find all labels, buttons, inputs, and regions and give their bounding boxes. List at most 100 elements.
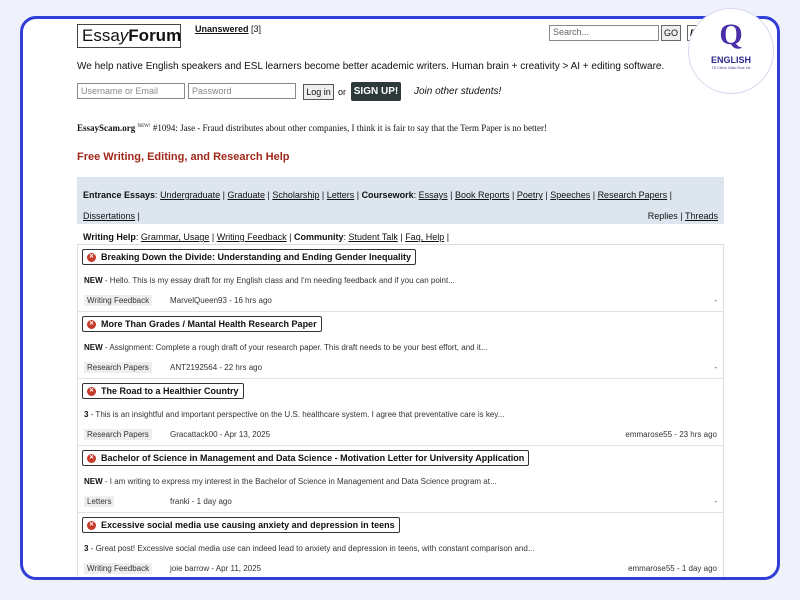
- thread-title[interactable]: ✕ Breaking Down the Divide: Understanding…: [82, 249, 417, 265]
- thread-author[interactable]: ANT2192564 - 22 hrs ago: [170, 363, 262, 372]
- thread-title-text: Breaking Down the Divide: Understanding …: [101, 252, 412, 262]
- go-button[interactable]: GO: [661, 25, 681, 41]
- cat-poetry[interactable]: Poetry: [517, 190, 543, 200]
- thread-title[interactable]: ✕ The Road to a Healthier Country: [82, 383, 244, 399]
- close-icon: ✕: [87, 320, 96, 329]
- thread-title[interactable]: ✕ More Than Grades / Mantal Health Resear…: [82, 316, 322, 332]
- entrance-essays-head: Entrance Essays: [83, 190, 156, 200]
- thread-title-text: Excessive social media use causing anxie…: [101, 520, 395, 530]
- coursework-head: Coursework: [361, 190, 414, 200]
- thread-author[interactable]: franki - 1 day ago: [170, 497, 232, 506]
- search-input[interactable]: Search...: [549, 25, 659, 41]
- join-label: Join other students!: [414, 86, 502, 97]
- thread-badge: NEW: [84, 276, 103, 285]
- cat-student-talk[interactable]: Student Talk: [348, 232, 397, 242]
- sort-options: Replies | Threads: [647, 211, 718, 221]
- unanswered-link-wrap: Unanswered [3]: [195, 24, 261, 34]
- thread-item: ✕ The Road to a Healthier Country 3 - Thi…: [78, 379, 723, 446]
- scam-site[interactable]: EssayScam.org: [77, 123, 135, 133]
- cat-undergraduate[interactable]: Undergraduate: [160, 190, 220, 200]
- thread-last-reply: -: [714, 296, 717, 305]
- thread-item: ✕ Excessive social media use causing anxi…: [78, 513, 723, 577]
- thread-last-reply: -: [714, 497, 717, 506]
- browser-frame: EssayForum Unanswered [3] Search... GO D…: [20, 16, 780, 580]
- thread-list: ✕ Breaking Down the Divide: Understanding…: [77, 244, 724, 577]
- thread-last-reply[interactable]: emmarose55 - 1 day ago: [628, 564, 717, 573]
- cat-essays[interactable]: Essays: [419, 190, 448, 200]
- or-label: or: [338, 87, 347, 97]
- thread-last-reply: -: [714, 363, 717, 372]
- thread-category-tag[interactable]: Writing Feedback: [84, 295, 153, 306]
- tagline: We help native English speakers and ESL …: [77, 61, 665, 72]
- thread-category-tag[interactable]: Research Papers: [84, 362, 152, 373]
- thread-snippet: NEW - I am writing to express my interes…: [84, 477, 497, 486]
- scam-notice: EssayScam.org NEW! #1094: Jase - Fraud d…: [77, 123, 547, 133]
- logo-prefix: Essa: [82, 26, 120, 45]
- thread-snippet-text: - Great post! Excessive social media use…: [90, 544, 535, 553]
- thread-last-reply[interactable]: emmarose55 - 23 hrs ago: [625, 430, 717, 439]
- close-icon: ✕: [87, 387, 96, 396]
- cat-research-papers[interactable]: Research Papers: [598, 190, 668, 200]
- thread-badge: 3: [84, 410, 89, 419]
- thread-author[interactable]: joie barrow - Apr 11, 2025: [170, 564, 261, 573]
- thread-badge: 3: [84, 544, 89, 553]
- scam-new-mark: NEW!: [137, 124, 151, 129]
- unanswered-count: [3]: [251, 24, 262, 34]
- qenglish-watermark: Q ENGLISH Tổ Chức Giáo Dục Úc: [688, 8, 774, 94]
- thread-badge: NEW: [84, 477, 103, 486]
- thread-snippet-text: - Hello. This is my essay draft for my E…: [104, 276, 455, 285]
- thread-snippet-text: - I am writing to express my interest in…: [104, 477, 497, 486]
- cat-graduate[interactable]: Graduate: [227, 190, 265, 200]
- thread-badge: NEW: [84, 343, 103, 352]
- logo-suffix: Forum: [128, 26, 182, 45]
- category-row-1: Entrance Essays: Undergraduate | Graduat…: [83, 190, 672, 221]
- community-head: Community: [293, 232, 344, 242]
- writing-help-head: Writing Help: [83, 232, 136, 242]
- thread-title[interactable]: ✕ Excessive social media use causing anxi…: [82, 517, 400, 533]
- cat-writing-feedback[interactable]: Writing Feedback: [217, 232, 287, 242]
- category-bar: Entrance Essays: Undergraduate | Graduat…: [77, 177, 724, 242]
- thread-title-text: Bachelor of Science in Management and Da…: [101, 453, 525, 463]
- thread-item: ✕ Breaking Down the Divide: Understanding…: [78, 245, 723, 312]
- watermark-brand: ENGLISH: [710, 55, 751, 65]
- thread-snippet: 3 - This is an insightful and important …: [84, 410, 504, 419]
- watermark-sub: Tổ Chức Giáo Dục Úc: [711, 65, 751, 70]
- thread-category-tag[interactable]: Writing Feedback: [84, 563, 153, 574]
- forum-page: EssayForum Unanswered [3] Search... GO D…: [77, 19, 727, 577]
- cat-scholarship[interactable]: Scholarship: [272, 190, 319, 200]
- thread-snippet: 3 - Great post! Excessive social media u…: [84, 544, 535, 553]
- thread-snippet: NEW - Hello. This is my essay draft for …: [84, 276, 455, 285]
- login-button[interactable]: Log in: [303, 84, 334, 100]
- thread-snippet-text: - This is an insightful and important pe…: [90, 410, 505, 419]
- cat-faq[interactable]: Faq, Help: [405, 232, 444, 242]
- thread-category-tag[interactable]: Letters: [84, 496, 115, 507]
- cat-book-reports[interactable]: Book Reports: [455, 190, 510, 200]
- thread-title[interactable]: ✕ Bachelor of Science in Management and D…: [82, 450, 530, 466]
- site-logo[interactable]: EssayForum: [77, 24, 181, 48]
- unanswered-link[interactable]: Unanswered: [195, 24, 249, 34]
- thread-author[interactable]: Gracattack00 - Apr 13, 2025: [170, 430, 270, 439]
- sort-replies[interactable]: Replies: [648, 211, 678, 221]
- thread-title-text: More Than Grades / Mantal Health Researc…: [101, 319, 317, 329]
- sort-threads[interactable]: Threads: [685, 211, 718, 221]
- thread-item: ✕ More Than Grades / Mantal Health Resear…: [78, 312, 723, 379]
- thread-author[interactable]: MarvelQueen93 - 16 hrs ago: [170, 296, 272, 305]
- thread-snippet-text: - Assignment: Complete a rough draft of …: [104, 343, 488, 352]
- signup-button[interactable]: SIGN UP!: [351, 82, 401, 101]
- cat-speeches[interactable]: Speeches: [550, 190, 590, 200]
- thread-category-tag[interactable]: Research Papers: [84, 429, 152, 440]
- scam-text[interactable]: #1094: Jase - Fraud distributes about ot…: [153, 123, 547, 133]
- watermark-letter: Q: [719, 18, 743, 51]
- close-icon: ✕: [87, 521, 96, 530]
- section-title: Free Writing, Editing, and Research Help: [77, 151, 290, 163]
- cat-dissertations[interactable]: Dissertations: [83, 211, 135, 221]
- cat-letters[interactable]: Letters: [327, 190, 355, 200]
- close-icon: ✕: [87, 454, 96, 463]
- username-field[interactable]: Username or Email: [77, 83, 185, 99]
- thread-title-text: The Road to a Healthier Country: [101, 386, 239, 396]
- password-field[interactable]: Password: [188, 83, 296, 99]
- cat-grammar[interactable]: Grammar, Usage: [141, 232, 210, 242]
- thread-item: ✕ Bachelor of Science in Management and D…: [78, 446, 723, 513]
- close-icon: ✕: [87, 253, 96, 262]
- thread-snippet: NEW - Assignment: Complete a rough draft…: [84, 343, 488, 352]
